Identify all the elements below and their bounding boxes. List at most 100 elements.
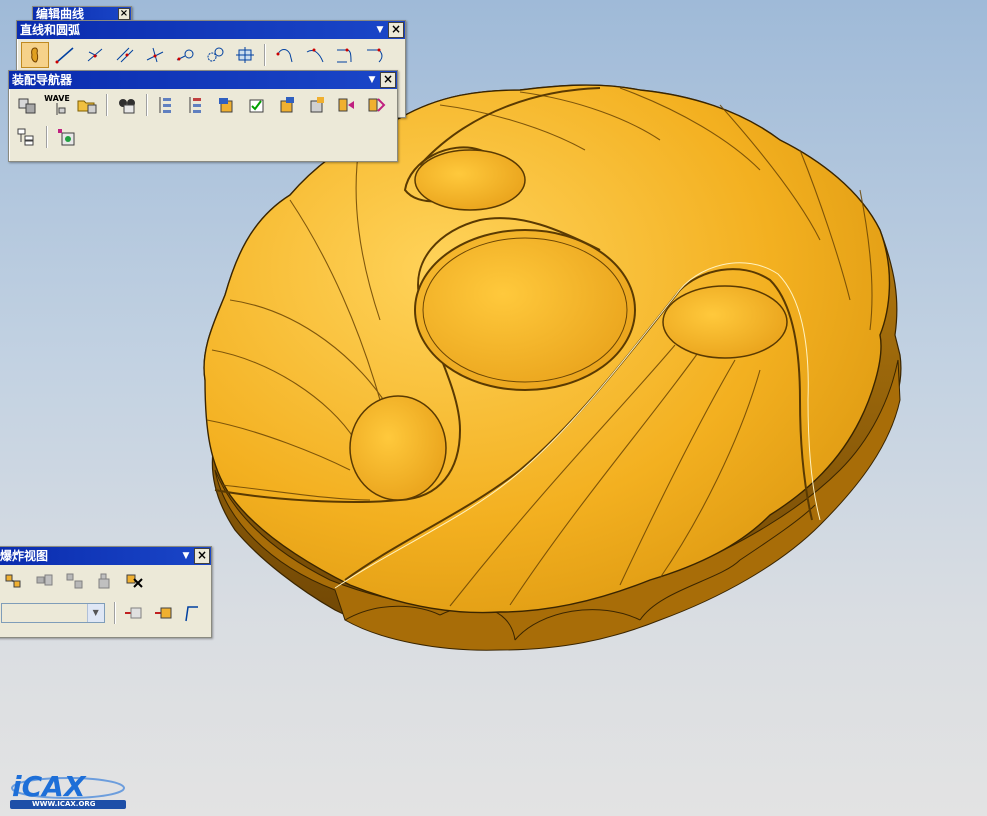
- center-pocket: [414, 229, 636, 391]
- toolbar-title: 编辑曲线: [36, 7, 85, 21]
- close-icon[interactable]: ×: [118, 8, 130, 20]
- separator: [46, 126, 48, 148]
- tracelines-button[interactable]: [180, 600, 207, 626]
- fillet-icon: [337, 48, 352, 63]
- arc-tangent-button[interactable]: [301, 42, 329, 68]
- arc-offset-button[interactable]: [361, 42, 389, 68]
- tree-expand-button[interactable]: [153, 92, 181, 118]
- delete-explosion-button[interactable]: [121, 568, 149, 594]
- move-component-button[interactable]: [303, 92, 331, 118]
- toolbar-titlebar[interactable]: 爆炸视图 ▼ ×: [0, 547, 211, 565]
- lock-hand-icon: [31, 47, 39, 63]
- check-component-button[interactable]: [243, 92, 271, 118]
- toolbar-titlebar[interactable]: 直线和圆弧 ▼ ×: [17, 21, 405, 39]
- arc-offset-icon: [367, 48, 383, 63]
- assembly-tree-button[interactable]: [13, 124, 41, 150]
- perpendicular-line-icon: [146, 47, 164, 63]
- close-icon[interactable]: ×: [194, 548, 210, 564]
- tree-collapse-button[interactable]: [183, 92, 211, 118]
- gold-part-model[interactable]: [203, 84, 902, 651]
- component-display-button[interactable]: [53, 124, 81, 150]
- replace-component-button[interactable]: [273, 92, 301, 118]
- chevron-down-icon[interactable]: ▼: [86, 604, 104, 622]
- toolbar-titlebar[interactable]: 装配导航器 ▼ ×: [9, 71, 397, 89]
- arc-3point-button[interactable]: [271, 42, 299, 68]
- wave-geometry-linker-button[interactable]: WAVE: [43, 92, 71, 118]
- line-perpendicular-button[interactable]: [141, 42, 169, 68]
- explosion-select[interactable]: ▼: [1, 603, 105, 623]
- unexplode-button[interactable]: [91, 568, 119, 594]
- cube-replace-icon: [280, 97, 294, 113]
- create-explosion-button[interactable]: [1, 568, 29, 594]
- mate-icon: [338, 98, 354, 112]
- left-pocket: [349, 395, 447, 501]
- wave-tree-icon: [56, 103, 66, 115]
- component-display-icon: [58, 129, 75, 146]
- parallel-line-icon: [116, 47, 134, 63]
- circle-tangent-button[interactable]: [201, 42, 229, 68]
- toolbar-exploded-view[interactable]: 爆炸视图 ▼ × ▼: [0, 546, 212, 638]
- mate-component-button[interactable]: [333, 92, 361, 118]
- edit-explode-icon: [36, 574, 53, 586]
- check-icon: [249, 99, 264, 113]
- right-pocket: [662, 285, 788, 359]
- arc-point-button[interactable]: [171, 42, 199, 68]
- toolbar-row: WAVE: [9, 89, 397, 121]
- line-button[interactable]: [51, 42, 79, 68]
- chevron-down-icon[interactable]: ▼: [375, 22, 385, 38]
- reposition-component-button[interactable]: [363, 92, 391, 118]
- arc-tangent-icon: [306, 48, 324, 63]
- binocular-icon: [119, 99, 135, 114]
- folder-icon: [77, 100, 97, 114]
- chevron-down-icon[interactable]: ▼: [181, 548, 191, 564]
- auto-explode-button[interactable]: [61, 568, 89, 594]
- logo-url: www.icax.org: [32, 800, 96, 808]
- toolbar-row: [0, 565, 211, 597]
- show-component-button[interactable]: [150, 600, 177, 626]
- close-icon[interactable]: ×: [380, 72, 396, 88]
- tree-list-icon: [189, 97, 201, 113]
- line-xyz-icon: [87, 48, 103, 62]
- separator: [106, 94, 108, 116]
- toolbar-row: [9, 121, 397, 153]
- traceline-icon: [185, 606, 199, 622]
- toolbar-row: ▼: [0, 597, 211, 629]
- wave-label: WAVE: [44, 94, 70, 103]
- tree-icon: [17, 128, 34, 146]
- toolbar-assembly-navigator[interactable]: 装配导航器 ▼ × WAVE: [8, 70, 398, 162]
- circle-tangent-icon: [207, 47, 224, 62]
- chevron-down-icon[interactable]: ▼: [367, 72, 377, 88]
- cube-move-icon: [310, 97, 324, 113]
- grid-line-icon: [236, 47, 254, 63]
- add-component-button[interactable]: [213, 92, 241, 118]
- tree-list-icon: [159, 97, 171, 113]
- assembly-components-button[interactable]: [13, 92, 41, 118]
- unexplode-icon: [98, 573, 110, 589]
- open-folder-button[interactable]: [73, 92, 101, 118]
- toolbar-row: [17, 39, 405, 71]
- delete-explode-icon: [126, 574, 143, 588]
- separator: [264, 44, 266, 66]
- associative-mode-button[interactable]: [21, 42, 49, 68]
- auto-explode-icon: [66, 573, 83, 589]
- edit-explosion-button[interactable]: [31, 568, 59, 594]
- cube-add-icon: [219, 98, 233, 113]
- components-icon: [18, 98, 36, 114]
- arc-line-icon: [176, 49, 194, 61]
- toolbar-title: 装配导航器: [12, 73, 73, 87]
- explode-icon: [5, 574, 21, 588]
- icax-logo: iCAX www.icax.org: [8, 768, 128, 810]
- toolbar-title: 爆炸视图: [0, 549, 49, 563]
- arc-icon: [276, 49, 293, 63]
- reposition-icon: [368, 98, 386, 112]
- toolbar-titlebar[interactable]: 编辑曲线 ×: [33, 7, 131, 21]
- binocular-button[interactable]: [113, 92, 141, 118]
- arc-fillet-button[interactable]: [331, 42, 359, 68]
- line-parallel-button[interactable]: [111, 42, 139, 68]
- line-icon: [55, 47, 74, 64]
- line-point-xyz-button[interactable]: [81, 42, 109, 68]
- line-grid-button[interactable]: [231, 42, 259, 68]
- hide-component-button[interactable]: [121, 600, 148, 626]
- close-icon[interactable]: ×: [388, 22, 404, 38]
- show-component-icon: [154, 607, 172, 619]
